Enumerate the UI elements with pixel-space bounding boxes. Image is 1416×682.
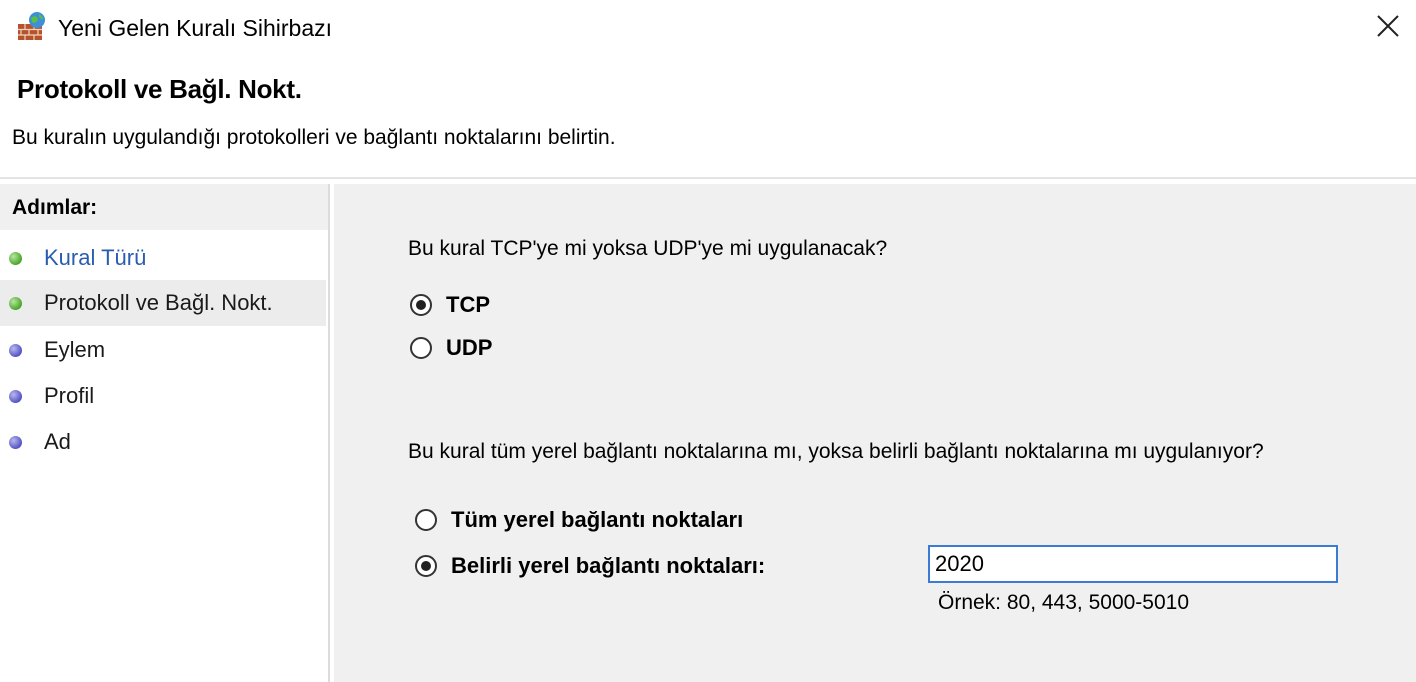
- all-ports-radio[interactable]: [415, 509, 437, 531]
- steps-title: Adımlar:: [12, 196, 98, 219]
- all-ports-label[interactable]: Tüm yerel bağlantı noktaları: [451, 506, 743, 534]
- step-protocol-ports[interactable]: Protokoll ve Bağl. Nokt.: [0, 280, 326, 326]
- step-status-dot: [9, 436, 22, 449]
- title-bar: Yeni Gelen Kuralı Sihirbazı: [0, 0, 1416, 56]
- step-status-dot: [9, 344, 22, 357]
- wizard-window: Yeni Gelen Kuralı Sihirbazı Protokoll ve…: [0, 0, 1416, 682]
- step-profile: Profil: [0, 373, 326, 419]
- specific-ports-radio-option[interactable]: Belirli yerel bağlantı noktaları:: [415, 552, 765, 580]
- ports-example-hint: Örnek: 80, 443, 5000-5010: [938, 591, 1190, 614]
- step-label[interactable]: Kural Türü: [44, 244, 146, 272]
- window-title: Yeni Gelen Kuralı Sihirbazı: [58, 15, 333, 41]
- page-description: Bu kuralın uygulandığı protokolleri ve b…: [12, 126, 616, 149]
- page-title: Protokoll ve Bağl. Nokt.: [17, 74, 302, 104]
- udp-radio[interactable]: [410, 337, 432, 359]
- specific-ports-radio[interactable]: [415, 555, 437, 577]
- steps-header: Adımlar:: [0, 184, 328, 230]
- step-status-dot: [9, 297, 22, 310]
- step-name: Ad: [0, 419, 326, 465]
- step-label: Profil: [44, 383, 95, 408]
- ports-question: Bu kural tüm yerel bağlantı noktalarına …: [408, 440, 1264, 463]
- step-action: Eylem: [0, 327, 326, 373]
- udp-radio-option[interactable]: UDP: [410, 334, 492, 362]
- tcp-radio-option[interactable]: TCP: [410, 291, 490, 319]
- step-rule-type[interactable]: Kural Türü: [0, 235, 326, 281]
- tcp-radio[interactable]: [410, 294, 432, 316]
- header-divider: [0, 177, 1416, 179]
- udp-label[interactable]: UDP: [446, 334, 492, 362]
- protocol-question: Bu kural TCP'ye mi yoksa UDP'ye mi uygul…: [408, 237, 888, 260]
- tcp-label[interactable]: TCP: [446, 291, 490, 319]
- all-ports-radio-option[interactable]: Tüm yerel bağlantı noktaları: [415, 506, 743, 534]
- step-status-dot: [9, 390, 22, 403]
- step-label: Eylem: [44, 337, 106, 362]
- close-icon: [1376, 14, 1400, 43]
- content-panel: Bu kural TCP'ye mi yoksa UDP'ye mi uygul…: [334, 184, 1416, 682]
- steps-panel: Adımlar: Kural Türü Protokoll ve Bağl. N…: [0, 184, 330, 682]
- step-label: Ad: [44, 429, 71, 454]
- step-status-dot: [9, 252, 22, 265]
- firewall-icon: [16, 10, 48, 42]
- close-button[interactable]: [1360, 0, 1416, 56]
- step-label: Protokoll ve Bağl. Nokt.: [44, 290, 273, 315]
- specific-ports-label[interactable]: Belirli yerel bağlantı noktaları:: [451, 552, 765, 580]
- specific-ports-input[interactable]: [928, 545, 1338, 583]
